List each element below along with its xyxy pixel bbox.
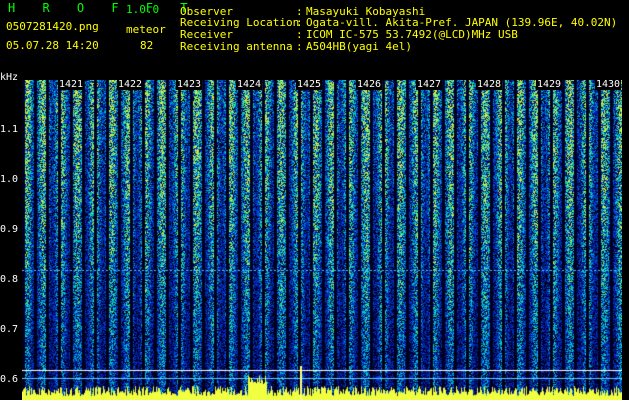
y-axis-unit: kHz <box>0 72 19 83</box>
time-tick-1424: 1424 <box>236 79 263 90</box>
app-title: H R O F F T <box>8 1 198 15</box>
location-value: Ogata-vill. Akita-Pref. JAPAN (139.96E, … <box>306 16 618 29</box>
receiver-label: Receiver <box>180 28 233 41</box>
y-tick-0-6: 0.6 <box>0 374 19 385</box>
file-name: 0507281420.png <box>6 20 99 33</box>
time-tick-1429: 1429 <box>536 79 563 90</box>
receiver-separator: : <box>296 28 303 41</box>
antenna-label: Receiving antenna <box>180 40 293 53</box>
y-tick-0-9: 0.9 <box>0 224 19 235</box>
time-tick-1421: 1421 <box>58 79 85 90</box>
antenna-separator: : <box>296 40 303 53</box>
location-label: Receiving Location <box>180 16 300 29</box>
y-tick-0-7: 0.7 <box>0 324 19 335</box>
antenna-value: A504HB(yagi 4el) <box>306 40 412 53</box>
time-tick-1428: 1428 <box>476 79 503 90</box>
time-tick-1422: 1422 <box>117 79 144 90</box>
y-tick-1-1: 1.1 <box>0 124 19 135</box>
time-tick-1427: 1427 <box>416 79 443 90</box>
location-separator: : <box>296 16 303 29</box>
spectrogram-canvas <box>22 80 622 400</box>
detection-mode: meteor <box>126 23 166 36</box>
app-version: 1.0.0 <box>126 3 160 16</box>
time-tick-1430: 1430 <box>595 79 622 90</box>
y-tick-1-0: 1.0 <box>0 174 19 185</box>
y-tick-0-8: 0.8 <box>0 274 19 285</box>
date-time: 05.07.28 14:20 <box>6 39 99 52</box>
receiver-value: ICOM IC-575 53.7492(@LCD)MHz USB <box>306 28 518 41</box>
detection-count: 82 <box>140 39 154 52</box>
time-tick-1425: 1425 <box>296 79 323 90</box>
time-tick-1426: 1426 <box>356 79 383 90</box>
time-tick-1423: 1423 <box>176 79 203 90</box>
